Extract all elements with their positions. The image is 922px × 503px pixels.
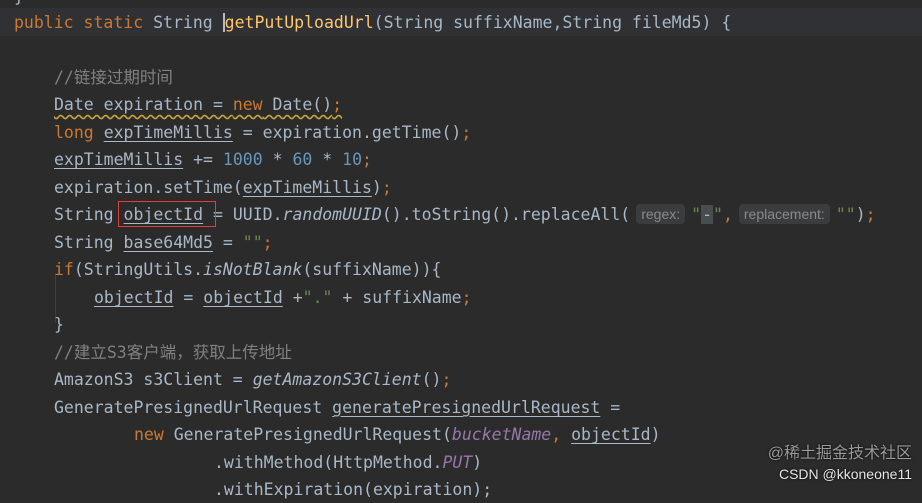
semicolon: ; (381, 178, 392, 197)
code-comment: //链接过期时间 (54, 68, 173, 87)
code-line-date[interactable]: Date expiration = new Date(); (54, 92, 342, 118)
code-text: ) (650, 425, 661, 444)
code-text: = (600, 398, 621, 417)
code-text: expiration.setTime( (54, 178, 243, 197)
operator: = (173, 288, 204, 307)
variable[interactable]: expTimeMillis (104, 123, 233, 142)
operator: * (312, 150, 343, 169)
field-reference[interactable]: bucketName (452, 425, 551, 444)
watermark-csdn: CSDN @kkoneone11 (778, 466, 912, 482)
method-call[interactable]: getAmazonS3Client (253, 370, 422, 389)
code-line-base64[interactable]: String base64Md5 = ""; (54, 230, 273, 256)
enum-constant[interactable]: PUT (442, 453, 472, 472)
highlight-box (118, 201, 216, 227)
code-line-if[interactable]: if(StringUtils.isNotBlank(suffixName)){ (54, 257, 441, 283)
operator: += (183, 150, 223, 169)
code-text: ().toString().replaceAll( (381, 205, 631, 224)
code-line-assign[interactable]: objectId = objectId +"." + suffixName; (94, 285, 472, 311)
code-text: String (54, 205, 124, 224)
param-hint-replacement: replacement: (738, 204, 830, 224)
code-line-settime[interactable]: expiration.setTime(expTimeMillis); (54, 175, 392, 201)
string-literal: "" (835, 205, 856, 224)
code-line-long[interactable]: long expTimeMillis = expiration.getTime(… (54, 120, 471, 146)
keyword: if (54, 260, 74, 279)
code-text: (StringUtils. (73, 260, 204, 279)
code-text: ) (371, 178, 382, 197)
operator: + (282, 288, 303, 307)
code-line-add[interactable]: expTimeMillis += 1000 * 60 * 10; (54, 147, 372, 173)
string-quote: " (713, 205, 723, 224)
number: 60 (292, 150, 313, 169)
semicolon: ; (461, 123, 472, 142)
code-line-signature[interactable]: public static String getPutUploadUrl(Str… (14, 10, 731, 36)
code-text: Date() (262, 95, 333, 114)
code-text: () (421, 370, 442, 389)
string-dash: - (701, 205, 714, 224)
string-literal: "" (242, 233, 263, 252)
static-method[interactable]: randomUUID (283, 205, 382, 224)
operator: * (262, 150, 293, 169)
code-text: = expiration.getTime() (232, 123, 462, 142)
semicolon: ; (332, 95, 343, 114)
code-line-fragment: } (14, 0, 24, 10)
code-comment: //建立S3客户端，获取上传地址 (54, 343, 292, 362)
code-text: (suffixName)){ (302, 260, 442, 279)
keyword: new (134, 425, 164, 444)
comma: , (551, 425, 572, 444)
variable-objectid[interactable]: objectId (94, 288, 173, 307)
variable[interactable]: base64Md5 (124, 233, 213, 252)
code-text: ) (472, 453, 483, 472)
method-name[interactable]: getPutUploadUrl (222, 13, 374, 32)
number: 1000 (222, 150, 263, 169)
code-text: GeneratePresignedUrlRequest( (163, 425, 452, 444)
code-line-withmethod[interactable]: .withMethod(HttpMethod.PUT) (214, 450, 482, 476)
code-text: String (54, 233, 124, 252)
code-line-withexpiration[interactable]: .withExpiration(expiration); (214, 477, 492, 503)
variable[interactable]: generatePresignedUrlRequest (332, 398, 600, 417)
watermark: @稀土掘金技术社区 CSDN @kkoneone11 (768, 444, 912, 484)
variable-objectid[interactable]: objectId (203, 288, 282, 307)
keyword: new (232, 95, 263, 114)
code-text: AmazonS3 s3Client = (54, 370, 253, 389)
string-literal: "." (302, 288, 333, 307)
number: 10 (342, 150, 363, 169)
string-quote: " (691, 205, 702, 224)
code-line-generate[interactable]: GeneratePresignedUrlRequest generatePres… (54, 395, 620, 421)
semicolon: ; (262, 233, 273, 252)
semicolon: ; (362, 150, 372, 169)
code-line-brace: } (54, 315, 64, 334)
param-hint-regex: regex: (636, 204, 686, 224)
return-type: String (153, 13, 213, 32)
keyword: public (14, 13, 74, 32)
code-line-s3client[interactable]: AmazonS3 s3Client = getAmazonS3Client(); (54, 367, 451, 393)
code-text: = (212, 233, 243, 252)
code-text: Date expiration = (54, 95, 233, 114)
variable-objectid[interactable]: objectId (571, 425, 650, 444)
method-params: (String suffixName,String fileMd5) { (373, 13, 732, 32)
semicolon: ; (461, 288, 472, 307)
keyword: static (83, 13, 144, 32)
code-text: .withMethod(HttpMethod. (214, 453, 443, 472)
semicolon: ; (865, 205, 876, 224)
code-text: ) (855, 205, 866, 224)
keyword: long (54, 123, 94, 142)
static-method[interactable]: isNotBlank (203, 260, 302, 279)
code-line-new[interactable]: new GeneratePresignedUrlRequest(bucketNa… (134, 422, 661, 448)
code-text: + suffixName (332, 288, 462, 307)
watermark-juejin: @稀土掘金技术社区 (767, 445, 912, 462)
code-text: GeneratePresignedUrlRequest (54, 398, 333, 417)
variable[interactable]: expTimeMillis (54, 150, 183, 169)
variable[interactable]: expTimeMillis (243, 178, 372, 197)
semicolon: ; (441, 370, 452, 389)
comma: , (722, 205, 733, 224)
